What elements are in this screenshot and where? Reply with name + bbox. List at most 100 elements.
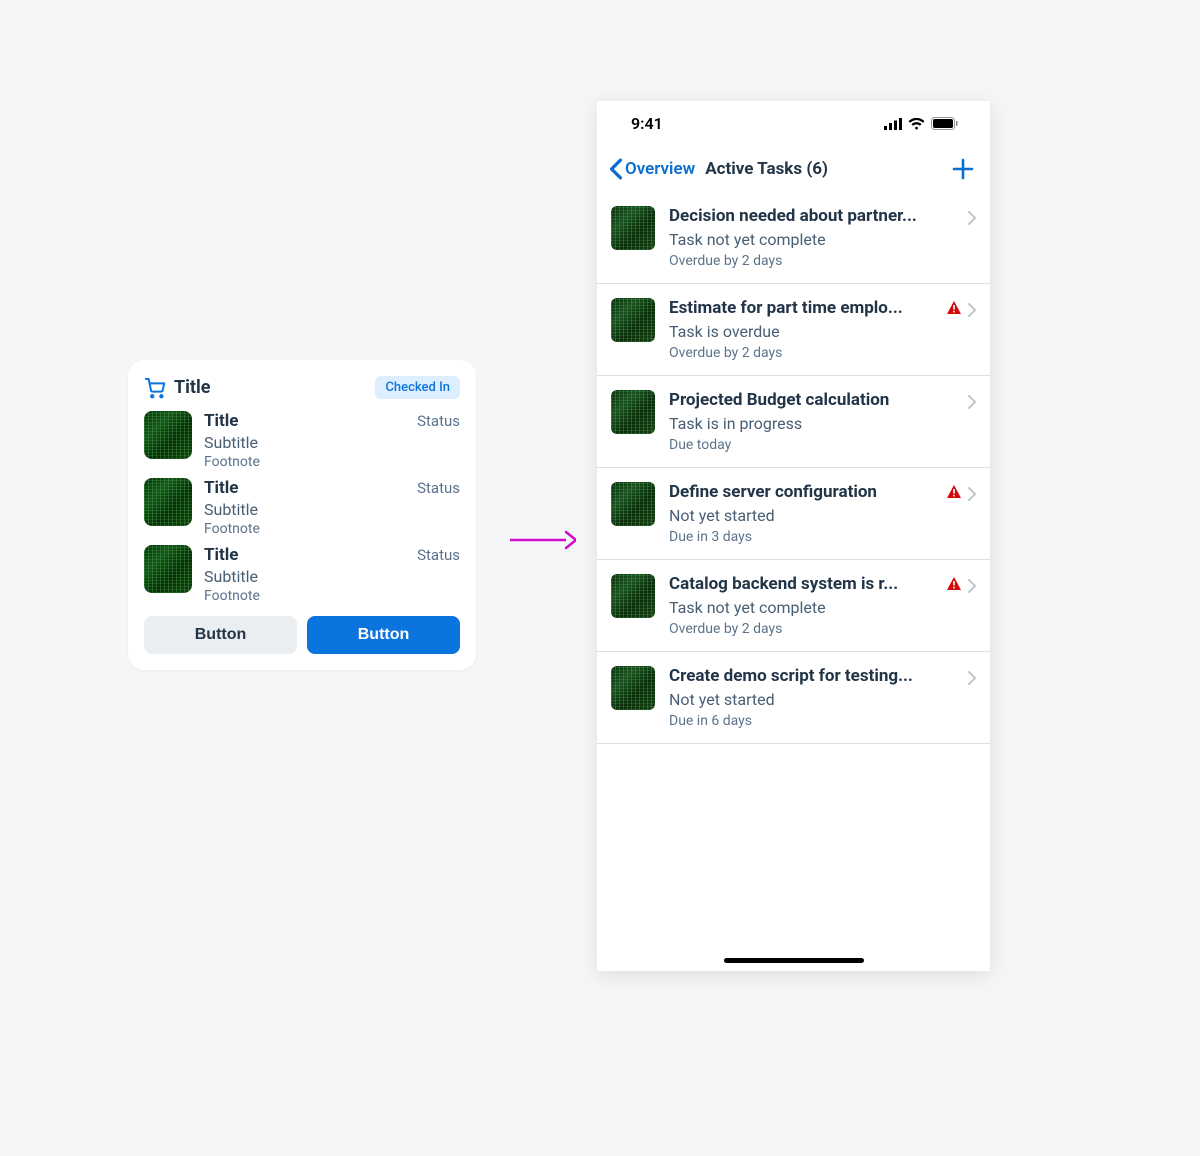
task-title: Estimate for part time emplo... [669,298,940,318]
task-row[interactable]: Catalog backend system is r... Task not y… [597,560,990,652]
task-title: Create demo script for testing... [669,666,962,686]
chevron-right-icon [968,303,976,317]
card-buttons: Button Button [144,616,460,654]
task-status: Task not yet complete [669,598,976,617]
task-due: Due in 6 days [669,713,976,729]
thumbnail [611,390,655,434]
add-button[interactable] [950,156,976,182]
task-title: Catalog backend system is r... [669,574,940,594]
task-due: Overdue by 2 days [669,621,976,637]
row-subtitle: Subtitle [204,500,460,519]
task-row[interactable]: Estimate for part time emplo... Task is o… [597,284,990,376]
task-body: Define server configuration Not yet start… [669,482,976,545]
status-icons [884,117,958,130]
card-header-left: Title [144,377,211,399]
task-row[interactable]: Create demo script for testing... Not yet… [597,652,990,744]
card-header: Title Checked In [144,376,460,399]
thumbnail [144,478,192,526]
thumbnail [144,411,192,459]
navbar: Overview Active Tasks (6) [597,146,990,192]
phone-frame: 9:41 Overview Active Tasks (6) Decision … [597,101,990,971]
task-due: Overdue by 2 days [669,253,976,269]
primary-button[interactable]: Button [307,616,460,654]
task-body: Decision needed about partner... Task not… [669,206,976,269]
row-footnote: Footnote [204,588,460,604]
cellular-icon [884,118,902,130]
card-title: Title [174,377,211,398]
task-title: Define server configuration [669,482,940,502]
task-status: Task not yet complete [669,230,976,249]
arrow-icon [508,528,576,552]
task-list[interactable]: Decision needed about partner... Task not… [597,192,990,744]
thumbnail [611,206,655,250]
task-body: Create demo script for testing... Not yet… [669,666,976,729]
card-row: Title Status Subtitle Footnote [144,478,460,537]
status-badge: Checked In [375,376,460,399]
task-title: Decision needed about partner... [669,206,962,226]
status-bar: 9:41 [597,101,990,146]
task-status: Not yet started [669,506,976,525]
warning-icon [946,484,962,500]
task-body: Catalog backend system is r... Task not y… [669,574,976,637]
task-titleline: Estimate for part time emplo... [669,298,976,318]
thumbnail [611,574,655,618]
row-title: Title [204,478,238,498]
card-row-head: Title Status [204,545,460,565]
status-time: 9:41 [631,114,663,133]
task-due: Due today [669,437,976,453]
home-indicator [724,958,864,963]
warning-icon [946,300,962,316]
card-row-head: Title Status [204,478,460,498]
task-due: Overdue by 2 days [669,345,976,361]
chevron-right-icon [968,579,976,593]
card-row-body: Title Status Subtitle Footnote [204,545,460,604]
card-row-head: Title Status [204,411,460,431]
back-label: Overview [625,159,695,179]
row-footnote: Footnote [204,454,460,470]
task-row[interactable]: Projected Budget calculation Task is in p… [597,376,990,468]
task-due: Due in 3 days [669,529,976,545]
task-titleline: Projected Budget calculation [669,390,976,410]
row-title: Title [204,411,238,431]
card-row: Title Status Subtitle Footnote [144,411,460,470]
task-body: Estimate for part time emplo... Task is o… [669,298,976,361]
task-status: Task is overdue [669,322,976,341]
task-title: Projected Budget calculation [669,390,962,410]
task-body: Projected Budget calculation Task is in p… [669,390,976,453]
row-subtitle: Subtitle [204,433,460,452]
plus-icon [952,158,974,180]
row-footnote: Footnote [204,521,460,537]
nav-title: Active Tasks (6) [705,159,828,179]
card: Title Checked In Title Status Subtitle F… [128,360,476,670]
row-status: Status [417,479,460,497]
thumbnail [611,298,655,342]
card-row: Title Status Subtitle Footnote [144,545,460,604]
chevron-right-icon [968,211,976,225]
chevron-right-icon [968,395,976,409]
row-status: Status [417,412,460,430]
warning-icon [946,576,962,592]
card-row-body: Title Status Subtitle Footnote [204,411,460,470]
battery-icon [931,117,958,130]
secondary-button[interactable]: Button [144,616,297,654]
thumbnail [611,482,655,526]
back-button[interactable]: Overview [609,158,695,180]
cart-icon [144,377,166,399]
card-row-body: Title Status Subtitle Footnote [204,478,460,537]
row-status: Status [417,546,460,564]
task-titleline: Create demo script for testing... [669,666,976,686]
task-status: Not yet started [669,690,976,709]
wifi-icon [908,118,925,130]
task-row[interactable]: Define server configuration Not yet start… [597,468,990,560]
chevron-right-icon [968,671,976,685]
thumbnail [144,545,192,593]
task-status: Task is in progress [669,414,976,433]
chevron-right-icon [968,487,976,501]
thumbnail [611,666,655,710]
row-title: Title [204,545,238,565]
chevron-left-icon [609,158,623,180]
row-subtitle: Subtitle [204,567,460,586]
task-row[interactable]: Decision needed about partner... Task not… [597,192,990,284]
task-titleline: Catalog backend system is r... [669,574,976,594]
task-titleline: Decision needed about partner... [669,206,976,226]
